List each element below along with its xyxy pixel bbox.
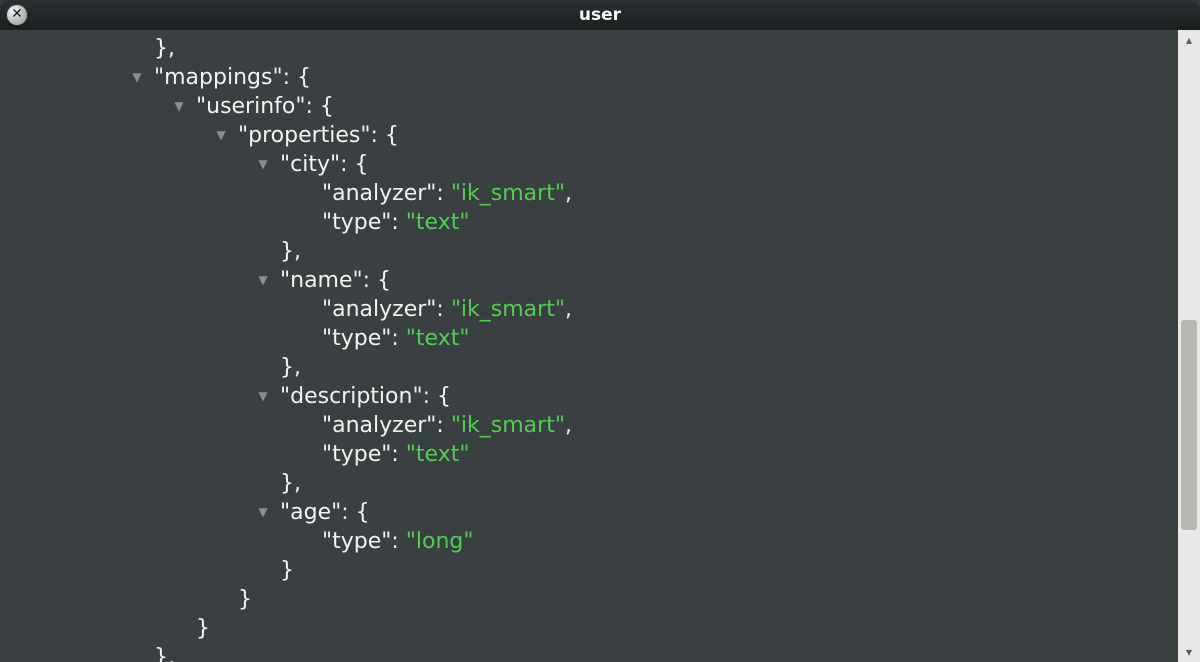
json-text: "analyzer": "ik_smart",	[322, 179, 572, 208]
close-icon: ✕	[11, 7, 23, 21]
json-line: ▼ "name": {	[0, 266, 1178, 295]
close-button[interactable]: ✕	[6, 4, 28, 26]
json-line: "type": "long"	[0, 527, 1178, 556]
json-text: }	[238, 585, 252, 614]
json-text: }	[280, 556, 294, 585]
json-text: "analyzer": "ik_smart",	[322, 411, 572, 440]
json-line: },	[0, 237, 1178, 266]
json-text: },	[280, 353, 301, 382]
json-line: }	[0, 585, 1178, 614]
json-text: "city": {	[280, 150, 369, 179]
json-text: }	[196, 614, 210, 643]
collapse-toggle-icon[interactable]: ▼	[256, 266, 270, 295]
json-text: "analyzer": "ik_smart",	[322, 295, 572, 324]
json-text: },	[154, 34, 175, 63]
json-line: "type": "text"	[0, 440, 1178, 469]
json-line: ▼ "description": {	[0, 382, 1178, 411]
json-line: "analyzer": "ik_smart",	[0, 179, 1178, 208]
json-line: },	[0, 353, 1178, 382]
modal-titlebar: ✕ user	[0, 0, 1200, 30]
json-line: }	[0, 556, 1178, 585]
json-line: "analyzer": "ik_smart",	[0, 295, 1178, 324]
json-text: },	[280, 237, 301, 266]
scroll-up-icon[interactable]: ▴	[1178, 30, 1200, 50]
collapse-toggle-icon[interactable]: ▼	[256, 498, 270, 527]
collapse-toggle-icon[interactable]: ▼	[172, 92, 186, 121]
json-line: ▼ "properties": {	[0, 121, 1178, 150]
json-line: },	[0, 469, 1178, 498]
json-text: "userinfo": {	[196, 92, 334, 121]
json-line: ▼ "mappings": {	[0, 63, 1178, 92]
json-line: },	[0, 34, 1178, 63]
json-line: },	[0, 643, 1178, 662]
scroll-down-icon[interactable]: ▾	[1178, 642, 1200, 662]
json-text: "age": {	[280, 498, 370, 527]
json-line: "type": "text"	[0, 324, 1178, 353]
scrollbar-thumb[interactable]	[1181, 320, 1197, 530]
modal-title: user	[0, 5, 1200, 25]
json-text: "mappings": {	[154, 63, 311, 92]
json-text: "type": "text"	[322, 324, 469, 353]
json-line: ▼ "age": {	[0, 498, 1178, 527]
modal-content: },▼"mappings": {▼"userinfo": {▼"properti…	[0, 30, 1200, 662]
json-text: "properties": {	[238, 121, 399, 150]
json-text: },	[280, 469, 301, 498]
collapse-toggle-icon[interactable]: ▼	[214, 121, 228, 150]
vertical-scrollbar[interactable]: ▴ ▾	[1178, 30, 1200, 662]
modal-window: ✕ user },▼"mappings": {▼"userinfo": {▼"p…	[0, 0, 1200, 662]
json-text: "type": "text"	[322, 208, 469, 237]
collapse-toggle-icon[interactable]: ▼	[256, 382, 270, 411]
json-line: }	[0, 614, 1178, 643]
collapse-toggle-icon[interactable]: ▼	[256, 150, 270, 179]
json-line: "analyzer": "ik_smart",	[0, 411, 1178, 440]
json-text: "name": {	[280, 266, 391, 295]
json-viewer: },▼"mappings": {▼"userinfo": {▼"properti…	[0, 30, 1178, 662]
json-text: "type": "text"	[322, 440, 469, 469]
json-text: "type": "long"	[322, 527, 474, 556]
json-line: ▼ "city": {	[0, 150, 1178, 179]
json-text: "description": {	[280, 382, 451, 411]
json-line: "type": "text"	[0, 208, 1178, 237]
json-line: ▼ "userinfo": {	[0, 92, 1178, 121]
collapse-toggle-icon[interactable]: ▼	[130, 63, 144, 92]
json-text: },	[154, 643, 175, 662]
